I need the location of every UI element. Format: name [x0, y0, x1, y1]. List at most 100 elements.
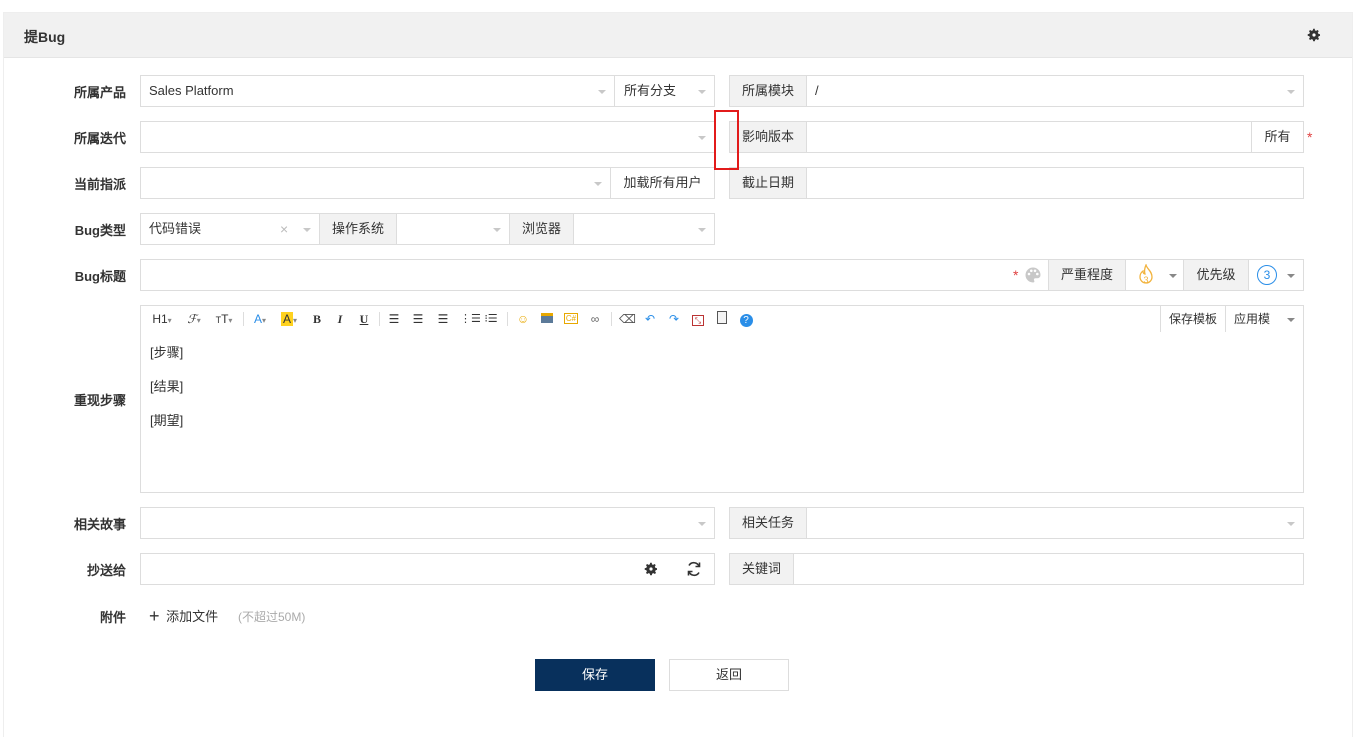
label-product: 所属产品: [73, 85, 126, 100]
bug-type-select[interactable]: 代码错误 ×: [140, 213, 320, 245]
highlight-box: [714, 110, 739, 170]
redo-icon[interactable]: ↷: [667, 311, 681, 327]
source-icon[interactable]: [714, 311, 730, 327]
align-left-icon[interactable]: ☰: [387, 311, 401, 327]
chevron-down-icon: [1169, 274, 1177, 278]
task-select[interactable]: [806, 507, 1304, 539]
browser-select[interactable]: [573, 213, 715, 245]
chevron-down-icon: [303, 228, 311, 232]
chevron-down-icon: [698, 90, 706, 94]
editor-line-result: [结果]: [150, 379, 184, 394]
keywords-addon: 关键词: [729, 553, 794, 585]
chevron-down-icon: [493, 228, 501, 232]
chevron-down-icon: [1287, 522, 1295, 526]
panel-header: 提Bug: [4, 13, 1352, 58]
file-size-hint: (不超过50M): [238, 610, 306, 624]
heading-button[interactable]: H1▾: [150, 311, 174, 327]
chevron-down-icon: [698, 522, 706, 526]
product-select[interactable]: Sales Platform: [140, 75, 615, 107]
chevron-down-icon: [1287, 318, 1295, 322]
font-family-icon[interactable]: ℱ▾: [183, 311, 205, 327]
build-all-button[interactable]: 所有: [1251, 121, 1304, 153]
save-button[interactable]: 保存: [535, 659, 655, 691]
font-size-icon[interactable]: TT▾: [211, 311, 237, 327]
palette-icon[interactable]: [1024, 266, 1042, 284]
deadline-input[interactable]: [806, 167, 1304, 199]
refresh-icon[interactable]: [685, 560, 703, 578]
link-icon[interactable]: ∞: [587, 311, 603, 327]
editor-line-steps: [步骤]: [150, 345, 184, 360]
module-select[interactable]: /: [806, 75, 1304, 107]
label-cc: 抄送给: [86, 563, 126, 578]
build-select[interactable]: [806, 121, 1252, 153]
heading-label: H1: [152, 312, 168, 326]
add-file-label: 添加文件: [166, 609, 219, 624]
editor-toolbar: H1▾ ℱ▾ TT▾ A▾ A ▾ B I U ☰ ☰ ☰ ⋮☰ ⁝☰ ☺ C# …: [140, 305, 1304, 352]
steps-editor[interactable]: [步骤] [结果] [期望]: [140, 332, 1304, 493]
back-button[interactable]: 返回: [669, 659, 789, 691]
chevron-down-icon: [1287, 90, 1295, 94]
branch-select[interactable]: 所有分支: [614, 75, 715, 107]
cc-select[interactable]: [140, 553, 715, 585]
deadline-addon: 截止日期: [729, 167, 807, 199]
fullscreen-icon[interactable]: ⤡: [690, 311, 706, 327]
bold-button[interactable]: B: [311, 311, 323, 327]
module-addon: 所属模块: [729, 75, 807, 107]
chevron-down-icon: [698, 228, 706, 232]
module-value: /: [815, 83, 819, 98]
required-mark: *: [1307, 129, 1313, 145]
branch-value: 所有分支: [624, 83, 677, 98]
iteration-select[interactable]: [140, 121, 715, 153]
plus-icon: +: [149, 606, 160, 626]
label-story: 相关故事: [73, 517, 126, 532]
chevron-down-icon: [594, 182, 602, 186]
chevron-down-icon: [1287, 274, 1295, 278]
required-mark: *: [1013, 267, 1019, 283]
code-icon[interactable]: C#: [563, 311, 579, 327]
os-select[interactable]: [396, 213, 510, 245]
gear-icon[interactable]: [643, 561, 659, 577]
bug-type-value: 代码错误: [149, 221, 202, 236]
story-select[interactable]: [140, 507, 715, 539]
build-addon: 影响版本: [729, 121, 807, 153]
unordered-list-icon[interactable]: ⁝☰: [484, 311, 498, 327]
assign-select[interactable]: [140, 167, 611, 199]
emoji-icon[interactable]: ☺: [515, 311, 531, 327]
label-steps: 重现步骤: [73, 393, 126, 408]
save-template-button[interactable]: 保存模板: [1160, 306, 1225, 332]
label-files: 附件: [99, 610, 126, 625]
chevron-down-icon: [598, 90, 606, 94]
product-value: Sales Platform: [149, 83, 234, 98]
label-assign: 当前指派: [73, 177, 126, 192]
help-icon[interactable]: ?: [738, 311, 754, 327]
os-addon: 操作系统: [319, 213, 397, 245]
priority-addon: 优先级: [1183, 259, 1249, 291]
severity-select[interactable]: 3: [1125, 259, 1184, 291]
label-bug-type: Bug类型: [74, 223, 126, 238]
label-bug-title: Bug标题: [74, 269, 126, 284]
ordered-list-icon[interactable]: ⋮☰: [460, 311, 481, 327]
add-file-button[interactable]: + 添加文件: [149, 606, 219, 626]
browser-addon: 浏览器: [509, 213, 574, 245]
bug-title-input[interactable]: *: [140, 259, 1049, 291]
keywords-input[interactable]: [793, 553, 1304, 585]
gear-icon[interactable]: [1306, 27, 1322, 43]
font-color-icon[interactable]: A▾: [250, 311, 270, 327]
editor-line-expected: [期望]: [150, 413, 184, 428]
label-iteration: 所属迭代: [73, 131, 126, 146]
flame-icon: 3: [1139, 264, 1153, 285]
priority-value: 3: [1257, 265, 1277, 285]
italic-button[interactable]: I: [334, 311, 346, 327]
highlight-color-icon[interactable]: A ▾: [277, 311, 301, 327]
eraser-icon[interactable]: ⌫: [619, 311, 636, 327]
priority-select[interactable]: 3: [1248, 259, 1304, 291]
align-center-icon[interactable]: ☰: [411, 311, 425, 327]
severity-value: 3: [1143, 275, 1148, 285]
load-all-users-button[interactable]: 加载所有用户: [610, 167, 715, 199]
underline-button[interactable]: U: [358, 311, 370, 327]
align-right-icon[interactable]: ☰: [436, 311, 450, 327]
image-icon[interactable]: [539, 311, 555, 327]
clear-icon[interactable]: ×: [280, 214, 288, 244]
undo-icon[interactable]: ↶: [643, 311, 657, 327]
severity-addon: 严重程度: [1048, 259, 1126, 291]
